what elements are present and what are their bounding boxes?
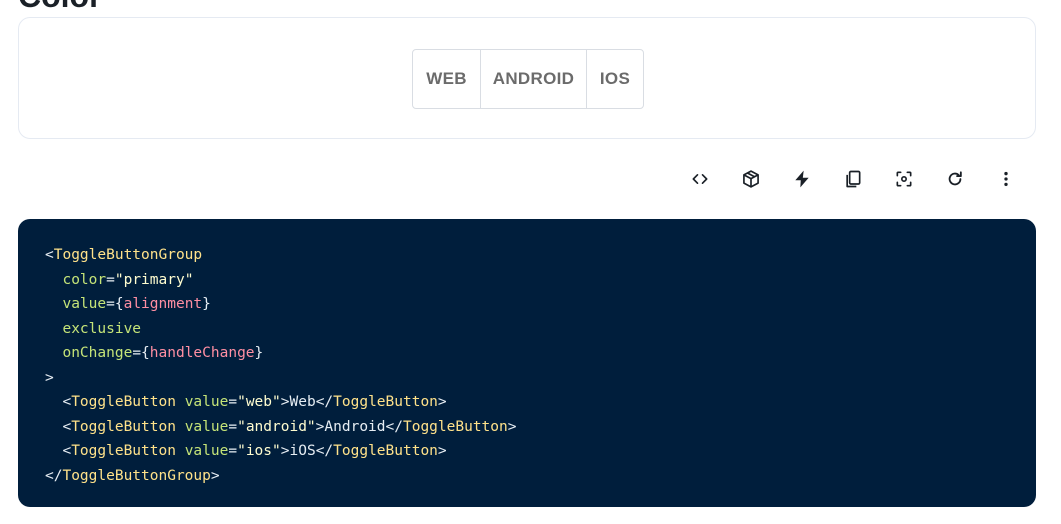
toggle-android-button[interactable]: ANDROID bbox=[480, 50, 586, 108]
toggle-web-button[interactable]: WEB bbox=[413, 50, 480, 108]
code-string: "web" bbox=[237, 394, 281, 410]
code-string: "primary" bbox=[114, 271, 194, 288]
refresh-icon bbox=[948, 171, 962, 186]
code-attr: color bbox=[62, 271, 107, 288]
code-tag: ToggleButton bbox=[333, 394, 438, 410]
demo-container: WEB ANDROID IOS bbox=[18, 17, 1036, 139]
codesandbox-icon bbox=[743, 170, 759, 188]
code-string: "ios" bbox=[237, 443, 281, 459]
code-text: iOS bbox=[289, 443, 316, 459]
code-attr: exclusive bbox=[62, 320, 142, 337]
code-block: <ToggleButtonGroup color="primary" value… bbox=[18, 219, 1036, 507]
code-attr: value bbox=[62, 296, 107, 312]
reset-focus-icon bbox=[896, 171, 912, 187]
code-attr: value bbox=[184, 443, 229, 459]
code-icon bbox=[692, 174, 708, 184]
stackblitz-button[interactable] bbox=[782, 161, 822, 197]
page: Color WEB ANDROID IOS bbox=[0, 0, 1061, 524]
codesandbox-button[interactable] bbox=[731, 161, 771, 197]
copy-source-button[interactable] bbox=[833, 161, 873, 197]
more-vert-icon bbox=[1004, 171, 1008, 187]
code-string: "android" bbox=[237, 418, 316, 435]
reset-demo-button[interactable] bbox=[935, 161, 975, 197]
code-tag: ToggleButton bbox=[71, 443, 176, 459]
stackblitz-icon bbox=[795, 170, 809, 188]
code-content: <ToggleButtonGroup color="primary" value… bbox=[45, 247, 517, 484]
demo-toolbar bbox=[680, 161, 1026, 197]
more-options-button[interactable] bbox=[986, 161, 1026, 197]
code-tag: ToggleButton bbox=[71, 418, 176, 435]
section-heading: Color bbox=[18, 0, 102, 14]
code-expression: handleChange bbox=[149, 345, 255, 361]
code-attr: value bbox=[184, 394, 229, 410]
code-text: Android bbox=[324, 418, 386, 435]
code-tag: ToggleButtonGroup bbox=[62, 467, 211, 484]
code-attr: onChange bbox=[62, 345, 133, 361]
show-source-button[interactable] bbox=[680, 161, 720, 197]
copy-icon bbox=[846, 170, 861, 188]
code-expression: alignment bbox=[123, 296, 203, 312]
code-attr: value bbox=[184, 418, 229, 435]
code-tag: ToggleButtonGroup bbox=[53, 247, 203, 263]
code-text: Web bbox=[289, 394, 316, 410]
code-tag: ToggleButton bbox=[71, 394, 176, 410]
reset-focus-button[interactable] bbox=[884, 161, 924, 197]
code-tag: ToggleButton bbox=[402, 418, 508, 435]
toggle-ios-button[interactable]: IOS bbox=[586, 50, 643, 108]
toggle-button-group: WEB ANDROID IOS bbox=[412, 49, 644, 109]
code-tag: ToggleButton bbox=[333, 443, 438, 459]
